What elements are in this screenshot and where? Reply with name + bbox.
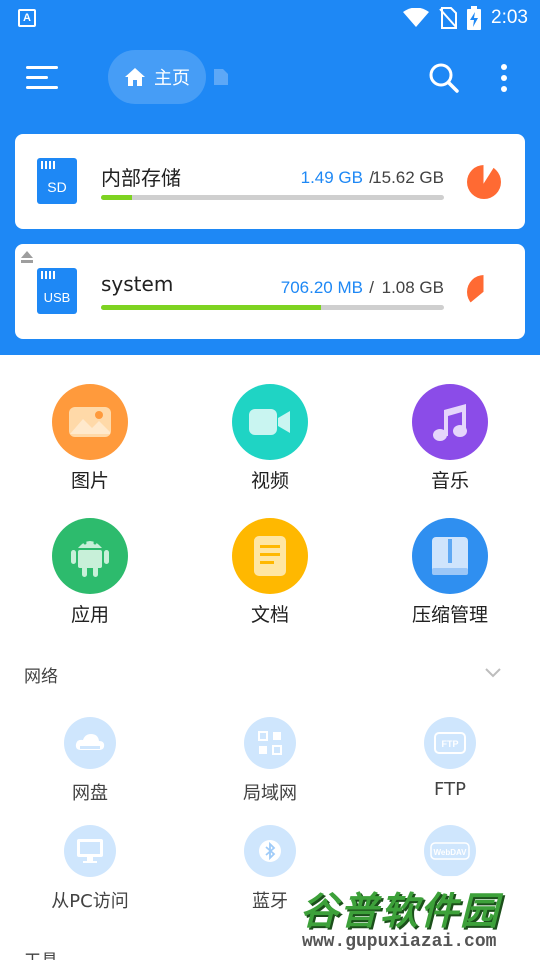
storage-pie-icon <box>467 274 502 310</box>
section-title-tools: 工具 <box>24 946 58 960</box>
notification-app-icon: A <box>18 9 36 27</box>
sd-card-badge: SD <box>47 179 67 195</box>
network-item-cloud[interactable]: 网盘 <box>20 717 160 817</box>
storage-total: 1.08 GB <box>381 278 444 297</box>
watermark: 谷普软件园 www.gupuxiazai.com <box>296 876 540 960</box>
webdav-icon-badge: WebDAV <box>433 848 467 857</box>
network-item-label: 从PC访问 <box>51 891 129 912</box>
status-bar: A 2:03 <box>0 0 540 36</box>
storage-progress-bar <box>101 195 444 200</box>
breadcrumb-home[interactable]: 主页 <box>108 50 206 104</box>
eject-icon[interactable] <box>20 250 34 264</box>
sd-card-icon: SD <box>37 158 77 204</box>
category-documents[interactable]: 文档 <box>200 518 340 636</box>
storage-card-internal[interactable]: SD 内部存储 1.49 GB / 15.62 GB <box>15 134 525 229</box>
category-label: 文档 <box>250 604 289 626</box>
clock: 2:03 <box>491 7 528 28</box>
category-label: 音乐 <box>430 470 469 492</box>
storage-name: 内部存储 <box>101 166 181 190</box>
network-item-lan[interactable]: 局域网 <box>200 717 340 817</box>
status-icons: 2:03 <box>403 6 528 30</box>
network-item-ftp[interactable]: FTP FTP <box>380 717 520 817</box>
category-label: 应用 <box>70 604 109 626</box>
pc-access-icon <box>64 825 116 877</box>
watermark-url: www.gupuxiazai.com <box>302 932 497 952</box>
category-label: 压缩管理 <box>411 604 488 626</box>
category-video[interactable]: 视频 <box>200 384 340 502</box>
storage-total: 15.62 GB <box>372 168 444 187</box>
storage-used: 1.49 GB <box>300 168 363 187</box>
bluetooth-icon <box>244 825 296 877</box>
network-item-label: 局域网 <box>243 783 297 804</box>
storage-progress-bar <box>101 305 444 310</box>
wifi-icon <box>403 8 430 27</box>
usb-badge: USB <box>43 290 71 305</box>
storage-pie-icon <box>467 164 501 199</box>
menu-icon[interactable] <box>26 64 58 92</box>
watermark-title: 谷普软件园 <box>300 889 501 933</box>
video-icon <box>232 384 308 460</box>
section-title-network: 网络 <box>24 667 58 687</box>
category-archives[interactable]: 压缩管理 <box>380 518 520 636</box>
storage-used: 706.20 MB <box>280 278 363 297</box>
ftp-icon-badge: FTP <box>442 739 459 749</box>
category-label: 视频 <box>250 470 289 492</box>
storage-name: system <box>101 272 174 296</box>
home-icon <box>125 68 145 86</box>
more-options-icon[interactable] <box>492 62 516 94</box>
search-icon[interactable] <box>428 62 460 94</box>
document-small-icon[interactable] <box>213 68 229 86</box>
lan-icon <box>244 717 296 769</box>
storage-progress-fill <box>101 195 132 200</box>
category-label: 图片 <box>70 470 109 492</box>
image-icon <box>52 384 128 460</box>
battery-charging-icon <box>467 6 482 30</box>
ftp-icon: FTP <box>424 717 476 769</box>
network-item-label: 网盘 <box>72 783 108 804</box>
breadcrumb-home-label: 主页 <box>154 68 190 89</box>
usb-icon: USB <box>37 268 77 314</box>
storage-progress-fill <box>101 305 321 310</box>
no-sim-icon <box>439 7 458 29</box>
storage-card-system[interactable]: USB system 706.20 MB / 1.08 GB <box>15 244 525 339</box>
storage-separator: / <box>369 278 374 297</box>
cloud-drive-icon <box>64 717 116 769</box>
category-apps[interactable]: 应用 <box>20 518 160 636</box>
music-icon <box>412 384 488 460</box>
category-music[interactable]: 音乐 <box>380 384 520 502</box>
network-item-label: FTP <box>434 779 466 800</box>
android-icon <box>52 518 128 594</box>
document-icon <box>232 518 308 594</box>
chevron-down-icon[interactable] <box>484 667 502 679</box>
archive-icon <box>412 518 488 594</box>
category-images[interactable]: 图片 <box>20 384 160 502</box>
network-item-pc-access[interactable]: 从PC访问 <box>20 825 160 925</box>
webdav-icon: WebDAV <box>424 825 476 877</box>
